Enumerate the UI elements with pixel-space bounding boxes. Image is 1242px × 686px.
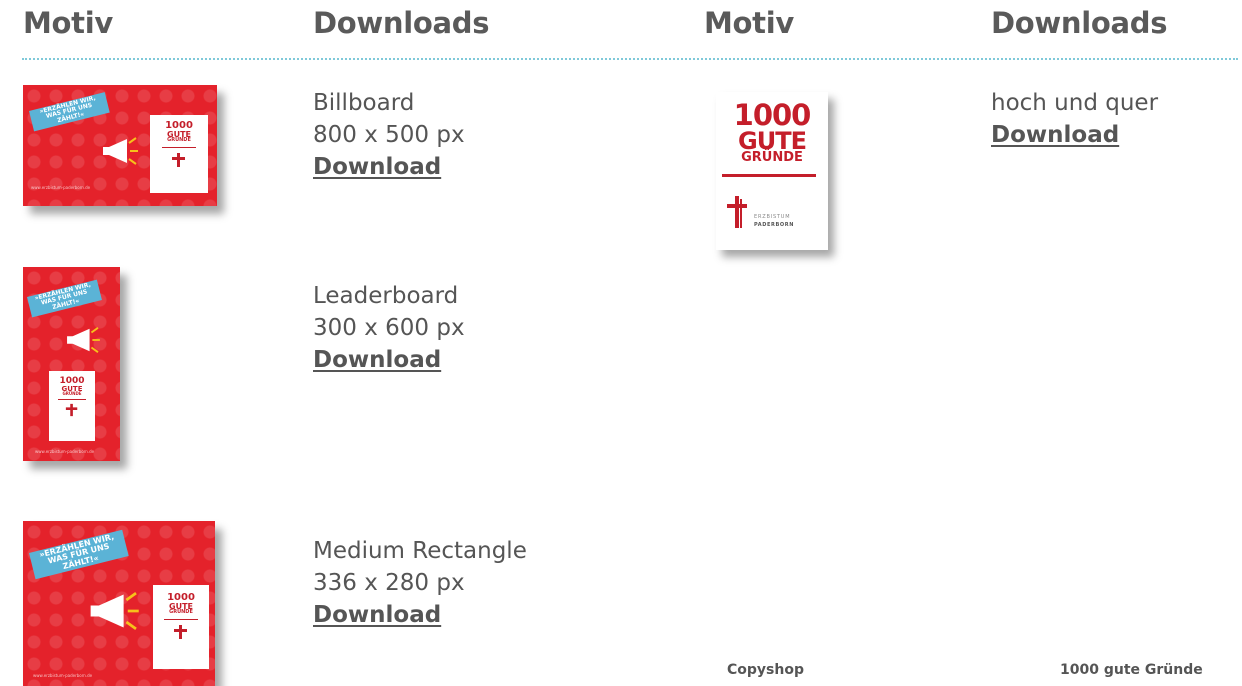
logo-thumbnail[interactable]: 1000 GUTE GRÜNDE ERZBISTUM PADERBORN [716, 92, 828, 250]
logo-info: hoch und quer Download [991, 87, 1158, 151]
thumbnail-footer: www.erzbistum-paderborn.de [33, 673, 93, 678]
cross-icon [174, 624, 187, 639]
billboard-thumbnail[interactable]: »ERZÄHLEN WIR, WAS FÜR UNS ZÄHLT!« 1000 … [23, 85, 217, 206]
billboard-info: Billboard 800 x 500 px Download [313, 87, 465, 183]
footer-copyshop-link[interactable]: Copyshop [727, 662, 804, 678]
logo-line-3: GRÜNDE [62, 391, 82, 397]
billboard-download-link[interactable]: Download [313, 151, 465, 183]
logo-download-link[interactable]: Download [991, 119, 1158, 151]
medium-rectangle-info: Medium Rectangle 336 x 280 px Download [313, 535, 527, 631]
column-header-downloads-2: Downloads [991, 6, 1168, 40]
logo-line-3: GRÜNDE [169, 609, 193, 616]
megaphone-icon [103, 137, 138, 165]
logo-card: 1000 GUTE GRÜNDE [153, 585, 209, 669]
org-line-2: PADERBORN [754, 222, 794, 228]
big-logo-rule [722, 174, 816, 177]
medium-rectangle-thumbnail[interactable]: »ERZÄHLEN WIR, WAS FÜR UNS ZÄHLT!« 1000 … [23, 521, 215, 686]
logo-rule [162, 146, 196, 148]
big-logo-line-1: 1000 [733, 98, 812, 132]
medium-rectangle-name: Medium Rectangle [313, 538, 527, 564]
dotted-divider [22, 58, 1238, 60]
leaderboard-thumbnail[interactable]: »ERZÄHLEN WIR, WAS FÜR UNS ZÄHLT!« 1000 … [23, 267, 120, 461]
billboard-name: Billboard [313, 90, 415, 116]
org-line-1: ERZBISTUM [754, 214, 791, 220]
leaderboard-size: 300 x 600 px [313, 315, 465, 341]
logo-card: 1000 GUTE GRÜNDE [49, 371, 95, 441]
column-header-downloads: Downloads [313, 6, 490, 40]
medium-rectangle-size: 336 x 280 px [313, 570, 465, 596]
thumbnail-footer: www.erzbistum-paderborn.de [31, 185, 91, 190]
medium-rectangle-download-link[interactable]: Download [313, 599, 527, 631]
leaderboard-name: Leaderboard [313, 283, 459, 309]
footer-1000-gute-gruende-link[interactable]: 1000 gute Gründe [1060, 662, 1203, 678]
big-logo-line-2: GUTE [738, 126, 807, 155]
cross-icon [727, 196, 747, 228]
megaphone-icon [90, 592, 139, 630]
cross-icon [172, 152, 185, 167]
leaderboard-info: Leaderboard 300 x 600 px Download [313, 280, 465, 376]
cross-icon [65, 403, 78, 417]
logo-rule [58, 398, 86, 400]
logo-description: hoch und quer [991, 90, 1159, 116]
column-header-motiv-2: Motiv [704, 6, 794, 40]
leaderboard-download-link[interactable]: Download [313, 344, 465, 376]
big-logo-line-3: GRÜNDE [741, 150, 803, 166]
column-header-motiv: Motiv [23, 6, 113, 40]
logo-rule [164, 618, 198, 620]
logo-line-3: GRÜNDE [167, 137, 191, 144]
logo-card: 1000 GUTE GRÜNDE [150, 115, 208, 193]
billboard-size: 800 x 500 px [313, 122, 465, 148]
thumbnail-footer: www.erzbistum-paderborn.de [35, 449, 95, 454]
megaphone-icon [67, 327, 100, 353]
